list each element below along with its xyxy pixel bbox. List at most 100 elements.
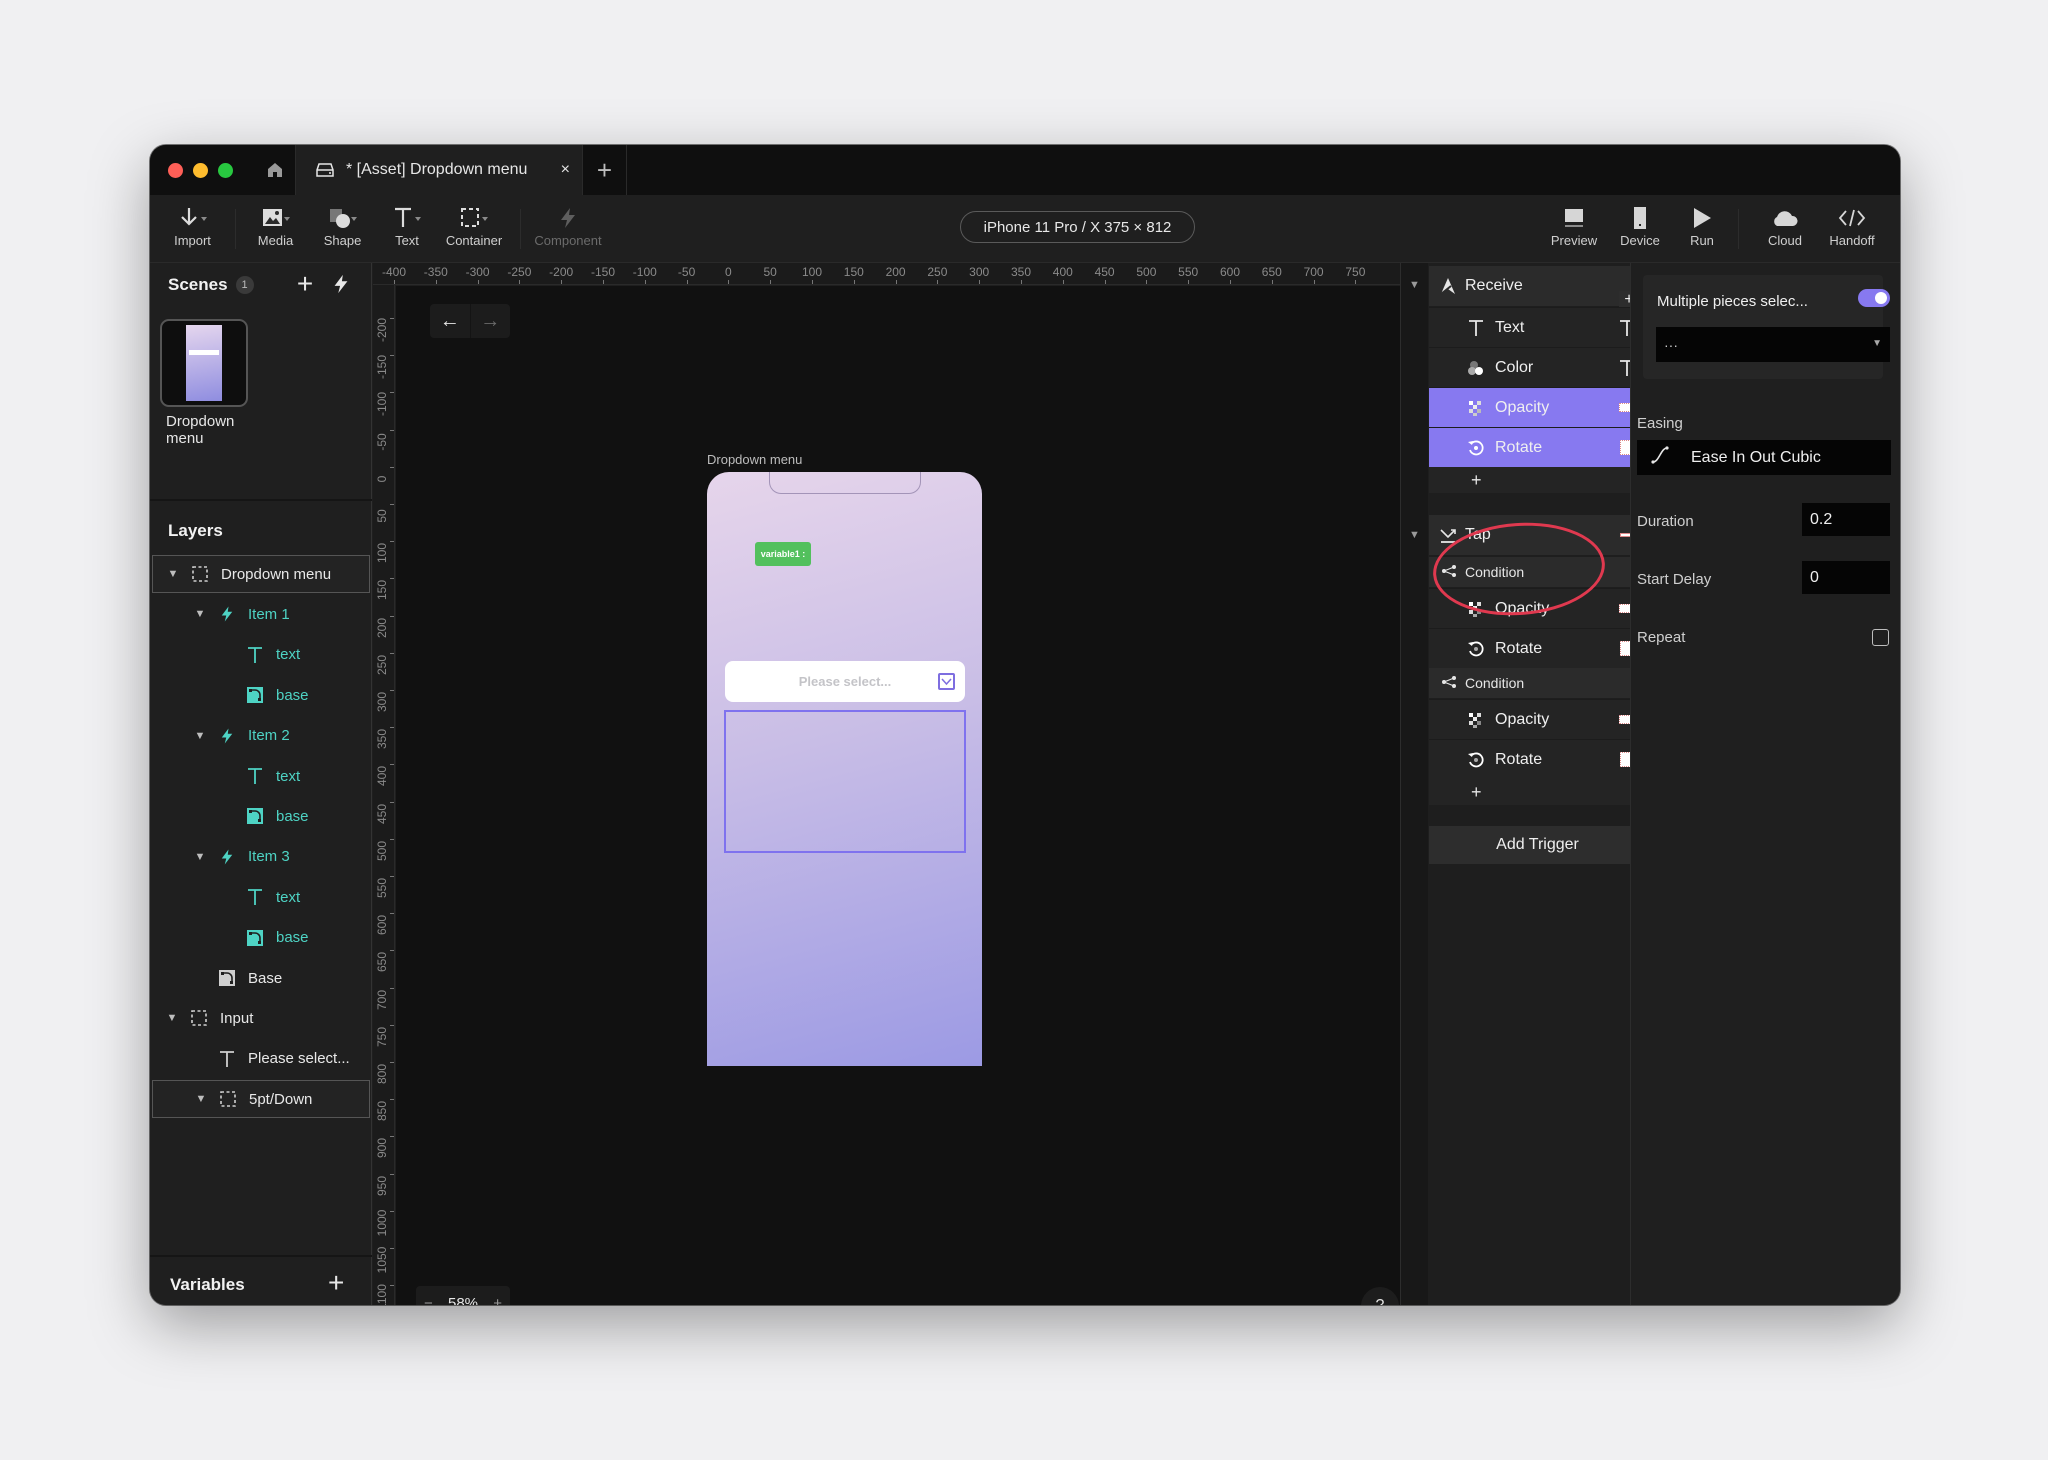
condition-row[interactable]: Condition [1429,557,1646,587]
layer-label: Dropdown menu [221,565,332,583]
media-button[interactable]: Media [253,203,298,248]
add-response-button[interactable]: + [1429,467,1646,493]
text-tool-button[interactable]: Text [387,203,427,248]
tab-dropdown-menu[interactable]: * [Asset] Dropdown menu × [295,145,582,195]
help-button[interactable]: ? [1361,1287,1399,1305]
response-opacity[interactable]: Opacity [1429,387,1646,427]
condition-row[interactable]: Condition [1429,668,1646,698]
scenes-title: Scenes [168,275,228,294]
back-arrow-icon[interactable]: ← [430,304,471,338]
new-tab-button[interactable]: + [582,145,627,195]
dropdown-menu-frame[interactable] [724,710,966,853]
multi-select-toggle[interactable] [1858,289,1890,307]
properties-panel: Multiple pieces selec... ··· ▼ Easing Ea… [1630,263,1900,1305]
canvas[interactable]: ← → Dropdown menu variable1 : Please sel… [396,286,1400,1305]
artboard[interactable]: variable1 : Please select... [707,472,982,1066]
ruler-tick-label: 150 [843,265,864,279]
layer-item[interactable]: text [152,636,370,674]
close-tab-icon[interactable]: × [561,161,570,179]
expand-triangle-icon[interactable]: ▼ [167,568,179,580]
layer-item[interactable]: text [152,757,370,795]
layer-item[interactable]: ▼ 5pt/Down [152,1080,370,1119]
scene-thumbnail[interactable] [160,319,248,407]
layer-item[interactable]: Please select... [152,1040,370,1078]
shape-button[interactable]: Shape [320,203,365,248]
device-selector[interactable]: iPhone 11 Pro / X 375 × 812 [960,211,1195,243]
expand-triangle-icon[interactable]: ▼ [194,851,206,863]
trigger-receive[interactable]: Receive [1429,266,1646,306]
layer-item[interactable]: ▼ Dropdown menu [152,555,370,593]
dropdown-input[interactable]: Please select... [725,661,965,702]
shape-layer-icon [216,967,238,989]
ruler-tick [390,541,394,543]
collapse-tap-icon[interactable]: ▼ [1409,529,1420,541]
expand-triangle-icon[interactable]: ▼ [194,608,206,620]
run-button[interactable]: Run [1682,203,1722,248]
ruler-tick-label: -100 [375,392,389,417]
collapse-receive-icon[interactable]: ▼ [1409,279,1420,291]
container-button[interactable]: Container [444,203,504,248]
duration-input[interactable]: 0.2 [1802,503,1890,536]
add-variable-button[interactable]: + [328,1267,344,1299]
layer-item[interactable]: ▼ Item 2 [152,717,370,755]
trigger-tap[interactable]: Tap [1429,515,1646,555]
response-opacity[interactable]: Opacity [1429,699,1646,739]
import-button[interactable]: Import [170,203,215,248]
home-button[interactable] [255,145,295,195]
component-button[interactable]: Component [533,203,603,248]
layer-item[interactable]: base [152,676,370,714]
ruler-tick-label: 100 [801,265,823,279]
ruler-horizontal: -400 -350 -300 -250 -200 -150 -100 -50 0 50 100 150… [373,263,1400,285]
opacity-icon [1465,399,1487,417]
expand-triangle-icon[interactable]: ▼ [166,1012,178,1024]
zoom-in-button[interactable]: + [493,1295,502,1306]
artboard-label[interactable]: Dropdown menu [707,452,802,467]
scene-interaction-button[interactable] [330,273,352,295]
layer-item[interactable]: base [152,919,370,957]
ruler-tick [519,280,521,284]
response-text[interactable]: Text [1429,307,1646,347]
multi-select-dropdown[interactable]: ··· ▼ [1656,327,1890,362]
panel-divider [150,1255,372,1257]
cloud-button[interactable]: Cloud [1763,203,1807,248]
variable-chip[interactable]: variable1 : [755,542,811,566]
rotate-icon [1465,751,1487,769]
response-label: Opacity [1495,398,1550,416]
ruler-tick [390,1062,394,1063]
ruler-tick-label: 950 [375,1175,389,1196]
preview-button[interactable]: Preview [1546,203,1602,248]
minimize-window-button[interactable] [193,163,208,178]
start-delay-input[interactable]: 0 [1802,561,1890,594]
response-rotate[interactable]: Rotate [1429,739,1646,779]
response-rotate[interactable]: Rotate [1429,427,1646,467]
response-label: Text [1495,318,1525,336]
layer-item[interactable]: ▼ Item 3 [152,838,370,876]
ruler-tick [435,280,437,284]
response-opacity[interactable]: Opacity [1429,588,1646,628]
ruler-tick [895,280,897,284]
layer-item[interactable]: Base [152,959,370,997]
handoff-button[interactable]: Handoff [1825,203,1879,248]
expand-triangle-icon[interactable]: ▼ [194,730,206,742]
response-rotate[interactable]: Rotate [1429,628,1646,668]
layer-item[interactable]: text [152,878,370,916]
easing-selector[interactable]: Ease In Out Cubic [1637,440,1891,475]
repeat-checkbox[interactable] [1872,629,1889,646]
layer-item[interactable]: ▼ Item 1 [152,595,370,633]
device-button[interactable]: Device [1615,203,1665,248]
add-scene-button[interactable]: + [292,268,318,299]
forward-arrow-icon[interactable]: → [471,304,511,338]
response-color[interactable]: Color [1429,347,1646,387]
maximize-window-button[interactable] [218,163,233,178]
expand-triangle-icon[interactable]: ▼ [195,1093,207,1105]
interactions-gutter [1401,263,1428,1305]
add-trigger-button[interactable]: Add Trigger [1429,826,1646,864]
close-window-button[interactable] [168,163,183,178]
container-icon [188,1007,210,1029]
layer-item[interactable]: base [152,797,370,835]
add-response-button[interactable]: + [1429,779,1646,805]
layer-item[interactable]: ▼ Input [152,999,370,1037]
opacity-icon [1465,711,1487,729]
zoom-out-button[interactable]: − [424,1295,433,1306]
chevron-down-icon[interactable] [938,673,955,690]
